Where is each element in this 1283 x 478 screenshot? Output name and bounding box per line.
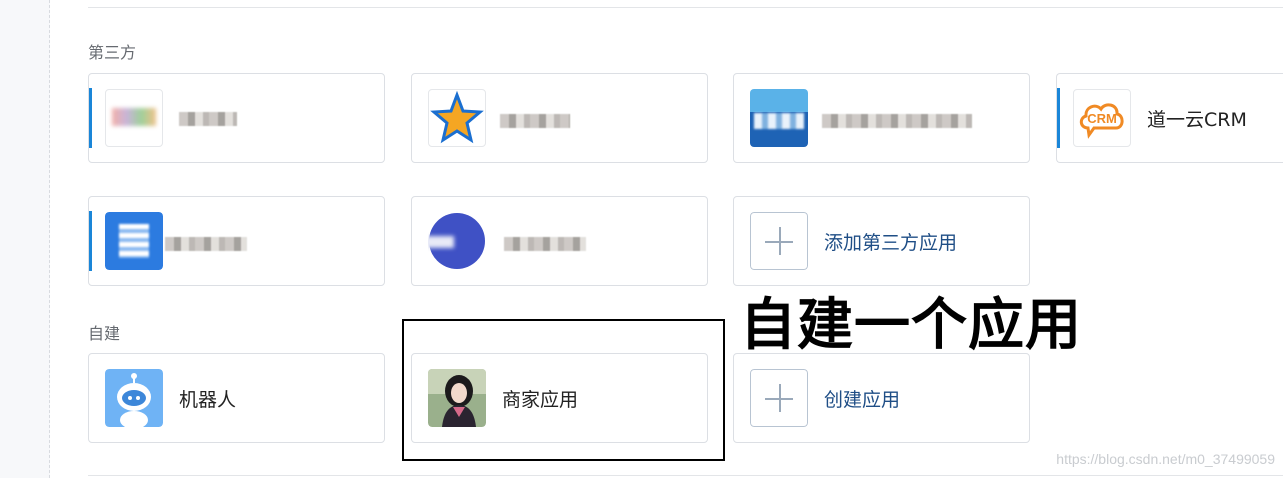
- third-party-app-card-1[interactable]: [88, 73, 385, 163]
- purple-circle-icon: [428, 212, 486, 270]
- section-title-self-built: 自建: [88, 324, 121, 343]
- top-divider: [88, 7, 1283, 8]
- blurred-app-label: [165, 237, 247, 251]
- watermark: https://blog.csdn.net/m0_37499059: [1056, 451, 1275, 467]
- robot-icon: [105, 369, 163, 427]
- blurred-app-label: [822, 114, 972, 128]
- crm-app-label: 道一云CRM: [1147, 109, 1247, 131]
- robot-app-card[interactable]: 机器人: [88, 353, 385, 443]
- bottom-divider: [88, 475, 1283, 476]
- plus-icon[interactable]: [750, 212, 808, 270]
- add-third-party-app-label[interactable]: 添加第三方应用: [824, 228, 957, 255]
- blurred-app-icon: [105, 89, 163, 147]
- create-app-label[interactable]: 创建应用: [824, 385, 900, 412]
- app-management-page: 第三方 CRM 道一云CRM 添加第三方应用 自建 机器人 商家应用 创建应用 …: [0, 0, 1283, 478]
- annotation-caption: 自建一个应用: [740, 293, 1082, 358]
- blue-app-icon: [105, 212, 163, 270]
- third-party-app-card-crm[interactable]: CRM 道一云CRM: [1056, 73, 1283, 163]
- third-party-app-card-2[interactable]: [411, 73, 708, 163]
- outlook-icon: [750, 89, 808, 147]
- third-party-app-card-3[interactable]: [733, 73, 1030, 163]
- crm-icon: CRM: [1073, 89, 1131, 147]
- blurred-app-label: [500, 114, 570, 128]
- section-title-third-party: 第三方: [88, 43, 137, 62]
- annotation-highlight-box: [402, 319, 725, 461]
- third-party-app-card-5[interactable]: [88, 196, 385, 286]
- third-party-app-card-6[interactable]: [411, 196, 708, 286]
- plus-icon[interactable]: [750, 369, 808, 427]
- create-app-card[interactable]: 创建应用: [733, 353, 1030, 443]
- svg-text:CRM: CRM: [1087, 111, 1117, 126]
- add-third-party-app-card[interactable]: 添加第三方应用: [733, 196, 1030, 286]
- blurred-app-label: [504, 237, 586, 251]
- blurred-app-label: [179, 112, 237, 126]
- star-icon: [428, 89, 486, 147]
- left-sidebar-strip: [0, 0, 50, 478]
- robot-app-label: 机器人: [179, 389, 237, 411]
